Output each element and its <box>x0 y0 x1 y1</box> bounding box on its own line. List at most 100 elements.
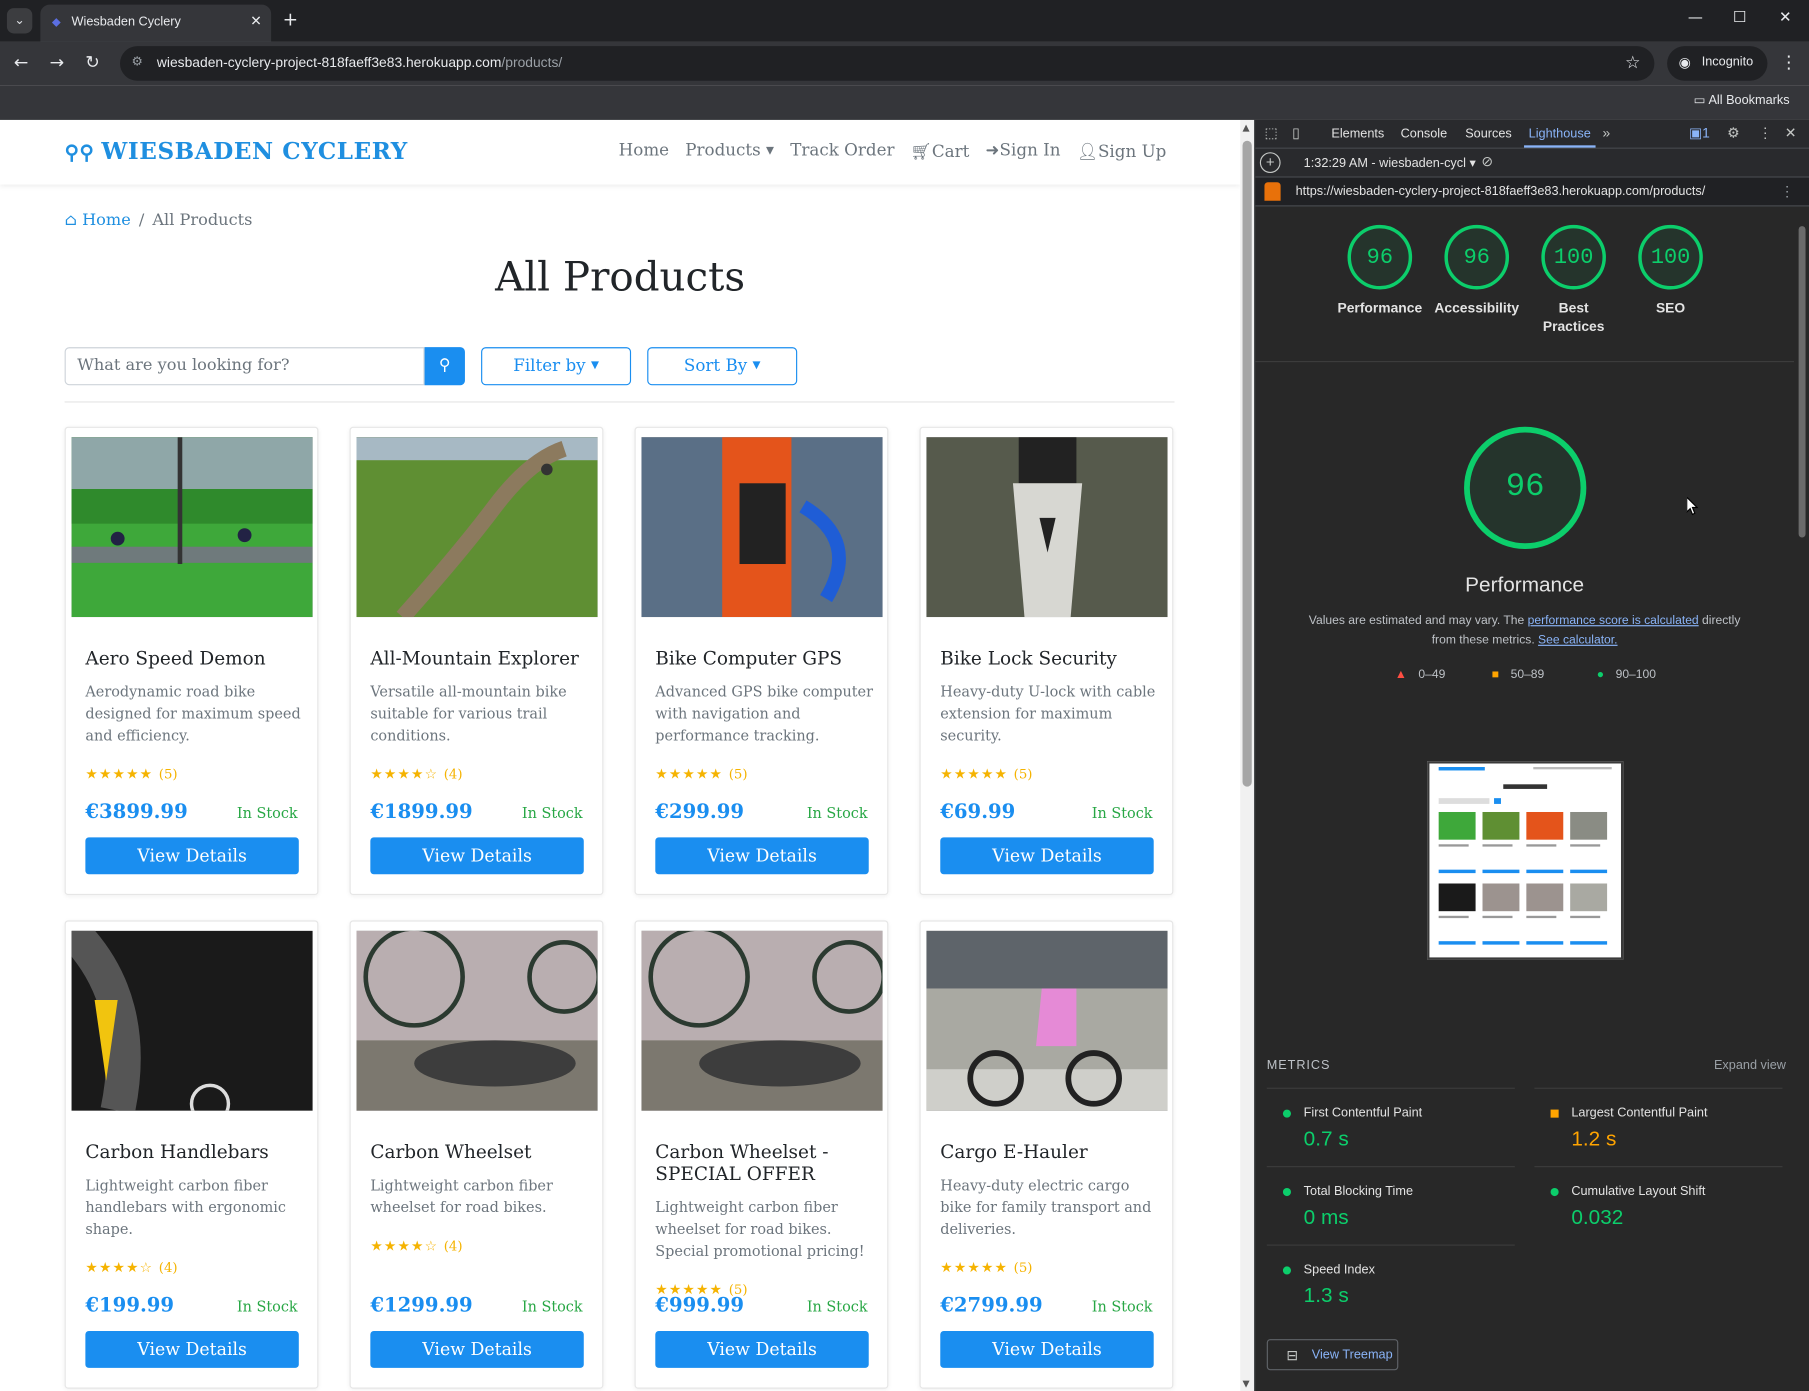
final-screenshot-thumbnail[interactable] <box>1427 761 1624 960</box>
scroll-down-icon[interactable]: ▼ <box>1243 1378 1250 1388</box>
inspect-icon[interactable]: ⬚ <box>1264 125 1277 141</box>
product-image[interactable] <box>926 437 1168 618</box>
favicon-bike-icon: ◆ <box>51 16 61 29</box>
reload-icon[interactable]: ↻ <box>85 52 100 73</box>
device-toggle-icon[interactable]: ▯ <box>1292 125 1300 141</box>
nav-links: Home Products ▼ Track Order 🛒︎Cart ➜Sign… <box>619 142 1167 162</box>
score-gauge[interactable]: 96 Accessibility <box>1431 224 1523 317</box>
site-navbar: ⚲⚲ WIESBADEN CYCLERY Home Products ▼ Trac… <box>0 120 1240 185</box>
issues-icon[interactable]: ▣1 <box>1689 125 1710 141</box>
close-devtools-icon[interactable]: ✕ <box>1785 125 1797 141</box>
minimize-icon[interactable]: — <box>1688 9 1703 26</box>
nav-products-dropdown[interactable]: Products ▼ <box>685 142 774 162</box>
page-scrollbar[interactable]: ▲ ▼ <box>1240 119 1255 1391</box>
nav-track-order-link[interactable]: Track Order <box>790 142 894 162</box>
score-gauge[interactable]: 100 Best Practices <box>1527 224 1619 336</box>
product-image[interactable] <box>71 930 313 1111</box>
incognito-badge[interactable]: ◉ Incognito <box>1667 46 1768 81</box>
nav-home-link[interactable]: Home <box>619 142 669 162</box>
view-details-button[interactable]: View Details <box>370 837 584 875</box>
new-report-icon[interactable]: + <box>1259 152 1281 174</box>
tab-search-icon[interactable]: ⌄ <box>6 8 33 34</box>
product-image[interactable] <box>356 930 598 1111</box>
product-image[interactable] <box>356 437 598 618</box>
search-input[interactable]: What are you looking for? <box>64 347 425 386</box>
user-plus-icon: 👤︎ <box>1076 143 1098 162</box>
report-select[interactable]: 1:32:29 AM - wiesbaden-cycl ▾ <box>1304 156 1476 171</box>
nav-sign-in-link[interactable]: ➜Sign In <box>986 142 1061 162</box>
product-card[interactable]: Carbon Wheelset - SPECIAL OFFER Lightweig… <box>634 920 889 1389</box>
performance-gauge[interactable]: 96 <box>1464 426 1587 550</box>
url-text[interactable]: wiesbaden-cyclery-project-818faeff3e83.h… <box>157 54 562 70</box>
browser-toolbar: ← → ↻ ⚙ wiesbaden-cyclery-project-818fae… <box>0 41 1809 86</box>
filter-dropdown[interactable]: Filter by ▼ <box>481 347 632 386</box>
scrollbar-thumb[interactable] <box>1242 140 1252 787</box>
nav-sign-up-link[interactable]: 👤︎Sign Up <box>1076 142 1167 162</box>
view-details-button[interactable]: View Details <box>85 837 299 875</box>
browser-tab[interactable]: ◆ Wiesbaden Cyclery ✕ <box>40 4 272 42</box>
site-info-icon[interactable]: ⚙ <box>132 54 143 69</box>
product-card[interactable]: Aero Speed Demon Aerodynamic road bike de… <box>64 426 319 896</box>
product-card[interactable]: Carbon Handlebars Lightweight carbon fibe… <box>64 920 319 1389</box>
view-details-button[interactable]: View Details <box>940 1331 1154 1368</box>
breadcrumb-home-link[interactable]: ⌂ Home <box>65 211 131 229</box>
new-tab-icon[interactable]: + <box>283 8 298 30</box>
more-tabs-icon[interactable]: » <box>1602 125 1610 141</box>
view-details-button[interactable]: View Details <box>655 837 869 875</box>
product-image[interactable] <box>641 930 883 1111</box>
tab-lighthouse[interactable]: Lighthouse <box>1524 127 1596 148</box>
product-name[interactable]: Cargo E-Hauler <box>940 1141 1159 1163</box>
report-menu-icon[interactable]: ⋮ <box>1780 183 1794 199</box>
product-image[interactable] <box>641 437 883 618</box>
scroll-up-icon[interactable]: ▲ <box>1243 122 1250 132</box>
product-card[interactable]: Bike Computer GPS Advanced GPS bike compu… <box>634 426 889 896</box>
rating-stars: ★★★★★ (5) <box>655 765 748 783</box>
bookmark-star-icon[interactable]: ☆ <box>1625 52 1641 73</box>
nav-cart-link[interactable]: 🛒︎Cart <box>911 142 970 161</box>
all-bookmarks-button[interactable]: ▭ All Bookmarks <box>1694 92 1790 107</box>
view-details-button[interactable]: View Details <box>370 1331 584 1368</box>
back-icon[interactable]: ← <box>14 52 29 73</box>
product-card[interactable]: Cargo E-Hauler Heavy-duty electric cargo … <box>919 920 1174 1389</box>
product-name[interactable]: Carbon Wheelset <box>370 1141 589 1163</box>
product-name[interactable]: Bike Computer GPS <box>655 647 874 669</box>
forward-icon[interactable]: → <box>50 52 65 73</box>
report-url[interactable]: https://wiesbaden-cyclery-project-818fae… <box>1296 185 1706 199</box>
score-calculated-link[interactable]: performance score is calculated <box>1528 614 1699 628</box>
view-details-button[interactable]: View Details <box>655 1331 869 1368</box>
product-name[interactable]: Carbon Wheelset - SPECIAL OFFER <box>655 1141 874 1185</box>
product-name[interactable]: Aero Speed Demon <box>85 647 304 669</box>
score-gauge[interactable]: 96 Performance <box>1334 224 1426 317</box>
devtools-scrollbar[interactable] <box>1796 210 1808 1391</box>
close-window-icon[interactable]: ✕ <box>1779 9 1792 26</box>
clear-icon[interactable]: ⊘ <box>1481 153 1493 169</box>
devtools-scrollbar-thumb[interactable] <box>1798 226 1806 538</box>
product-card[interactable]: Bike Lock Security Heavy-duty U-lock with… <box>919 426 1174 896</box>
search-button[interactable]: ⚲ <box>424 347 465 386</box>
site-brand[interactable]: ⚲⚲ WIESBADEN CYCLERY <box>65 137 408 165</box>
product-name[interactable]: Carbon Handlebars <box>85 1141 304 1163</box>
view-treemap-button[interactable]: ⊟ View Treemap <box>1266 1339 1399 1371</box>
product-name[interactable]: All-Mountain Explorer <box>370 647 589 669</box>
tab-sources[interactable]: Sources <box>1465 127 1512 141</box>
product-card[interactable]: Carbon Wheelset Lightweight carbon fiber … <box>349 920 604 1389</box>
product-card[interactable]: All-Mountain Explorer Versatile all-mount… <box>349 426 604 896</box>
sort-dropdown[interactable]: Sort By ▼ <box>647 347 798 386</box>
breadcrumb: ⌂ Home / All Products <box>64 211 253 230</box>
devtools-menu-icon[interactable]: ⋮ <box>1758 125 1772 141</box>
view-details-button[interactable]: View Details <box>940 837 1154 875</box>
see-calculator-link[interactable]: See calculator. <box>1538 633 1617 647</box>
browser-menu-icon[interactable]: ⋮ <box>1780 52 1797 73</box>
settings-gear-icon[interactable]: ⚙ <box>1727 125 1739 141</box>
view-details-button[interactable]: View Details <box>85 1331 299 1368</box>
product-name[interactable]: Bike Lock Security <box>940 647 1159 669</box>
expand-view-button[interactable]: Expand view <box>1714 1059 1786 1073</box>
tab-elements[interactable]: Elements <box>1331 127 1384 141</box>
product-image[interactable] <box>926 930 1168 1111</box>
close-tab-icon[interactable]: ✕ <box>250 13 262 29</box>
tab-console[interactable]: Console <box>1401 127 1448 141</box>
score-gauge[interactable]: 100 SEO <box>1624 224 1716 317</box>
product-image[interactable] <box>71 437 313 618</box>
address-bar[interactable]: ⚙ wiesbaden-cyclery-project-818faeff3e83… <box>119 46 1655 81</box>
maximize-icon[interactable]: ☐ <box>1733 9 1746 26</box>
